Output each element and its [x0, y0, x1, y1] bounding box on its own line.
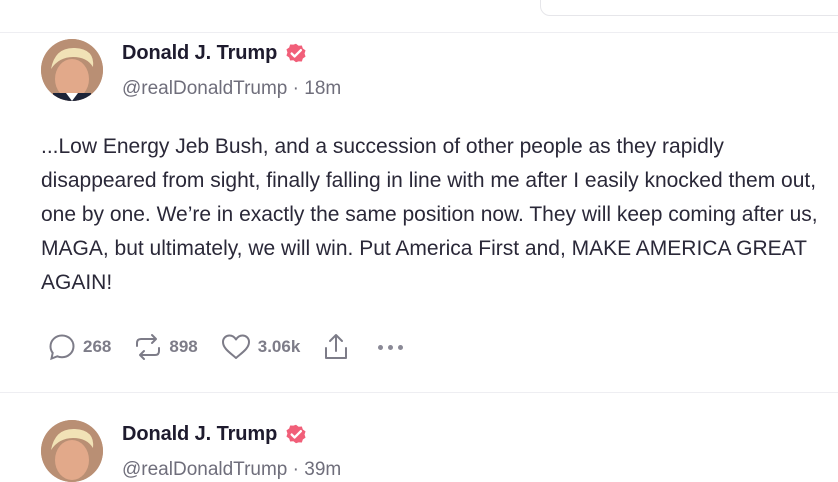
- more-dot: [378, 344, 384, 350]
- author-name[interactable]: Donald J. Trump: [122, 42, 277, 65]
- like-button[interactable]: 3.06k: [220, 332, 301, 362]
- author-handle[interactable]: @realDonaldTrump: [122, 78, 287, 99]
- share-upload-icon: [325, 334, 348, 359]
- author-avatar[interactable]: [41, 420, 103, 482]
- more-dot: [388, 344, 394, 350]
- reply-count: 268: [83, 337, 112, 356]
- header-divider: [0, 32, 838, 33]
- speech-bubble-icon: [49, 334, 75, 361]
- repost-count: 898: [169, 337, 198, 356]
- author-meta: @realDonaldTrump · 18m: [122, 78, 341, 100]
- like-count: 3.06k: [257, 337, 301, 356]
- author-meta: @realDonaldTrump · 39m: [122, 459, 341, 481]
- post-actions: 268 898 3.06k: [47, 332, 404, 362]
- post-divider: [0, 392, 838, 393]
- post-time[interactable]: 18m: [304, 78, 341, 99]
- meta-separator: ·: [292, 459, 299, 480]
- share-button[interactable]: [322, 332, 350, 362]
- author-name-row: Donald J. Trump: [122, 421, 309, 447]
- search-box[interactable]: [540, 0, 838, 16]
- heart-icon: [221, 334, 250, 359]
- author-name[interactable]: Donald J. Trump: [122, 423, 277, 446]
- post-body: ...Low Energy Jeb Bush, and a succession…: [41, 135, 818, 294]
- author-avatar[interactable]: [41, 39, 103, 101]
- repost-arrows-icon: [136, 334, 161, 360]
- repost-button[interactable]: 898: [133, 332, 198, 362]
- reply-button[interactable]: 268: [47, 332, 111, 362]
- author-handle[interactable]: @realDonaldTrump: [122, 459, 287, 480]
- meta-separator: ·: [292, 78, 299, 99]
- more-options-button[interactable]: [378, 344, 404, 350]
- post-time[interactable]: 39m: [304, 459, 341, 480]
- verified-badge-icon: [286, 43, 306, 63]
- verified-badge-icon: [286, 424, 306, 444]
- author-name-row: Donald J. Trump: [122, 40, 309, 66]
- more-dot: [398, 344, 404, 350]
